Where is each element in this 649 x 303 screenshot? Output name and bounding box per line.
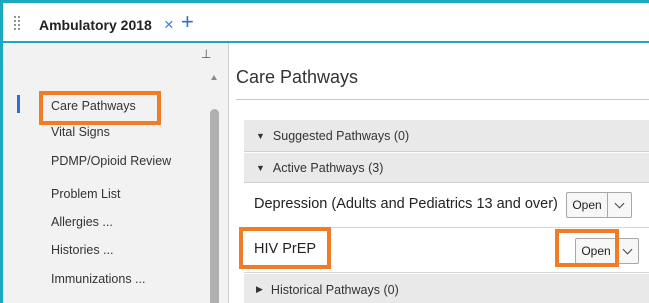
sidebar-scrollbar[interactable]: [208, 75, 220, 303]
tab-ambulatory-2018[interactable]: Ambulatory 2018 ×: [27, 8, 184, 41]
pathway-row-hiv-prep: HIV PrEP Open: [244, 229, 649, 273]
section-label: Historical Pathways (0): [270, 282, 399, 297]
caret-down-icon: ▼: [256, 162, 265, 173]
sidebar-item-care-pathways[interactable]: Care Pathways: [51, 99, 136, 113]
tab-label: Ambulatory 2018: [39, 16, 152, 33]
sidebar-item-histories[interactable]: Histories ...: [51, 243, 114, 257]
section-label: Active Pathways (3): [272, 160, 384, 175]
main-panel: Care Pathways ▼ Suggested Pathways (0) ▼…: [230, 43, 649, 303]
scroll-thumb[interactable]: [210, 109, 219, 303]
open-options-button[interactable]: [617, 238, 639, 264]
caret-right-icon: ▶: [256, 284, 263, 294]
caret-down-icon: ▼: [256, 130, 265, 141]
section-active-pathways[interactable]: ▼ Active Pathways (3): [244, 153, 649, 183]
drag-grip-icon[interactable]: [13, 15, 21, 31]
section-suggested-pathways[interactable]: ▼ Suggested Pathways (0): [244, 120, 649, 152]
app-window: Ambulatory 2018 × + ⊥ Care Pathways Vita…: [0, 0, 649, 303]
sidebar: ⊥ Care Pathways Vital Signs PDMP/Opioid …: [3, 43, 229, 303]
sidebar-item-immunizations[interactable]: Immunizations ...: [51, 272, 145, 286]
chevron-down-icon: [614, 198, 625, 208]
close-icon[interactable]: ×: [164, 15, 174, 35]
tab-bar: Ambulatory 2018 × +: [3, 3, 649, 43]
pin-icon[interactable]: ⊥: [201, 47, 211, 61]
section-historical-pathways[interactable]: ▶ Historical Pathways (0): [244, 274, 649, 303]
sidebar-item-problem-list[interactable]: Problem List: [51, 187, 120, 201]
open-button[interactable]: Open: [575, 238, 617, 264]
page-title: Care Pathways: [236, 67, 359, 87]
open-options-button[interactable]: [608, 192, 632, 218]
pathway-name: HIV PrEP: [254, 241, 317, 257]
sidebar-item-pdmp-opioid-review[interactable]: PDMP/Opioid Review: [51, 154, 171, 168]
pathway-row-depression: Depression (Adults and Pediatrics 13 and…: [244, 184, 649, 228]
open-button[interactable]: Open: [566, 192, 608, 218]
sidebar-item-vital-signs[interactable]: Vital Signs: [51, 125, 110, 139]
scroll-up-icon[interactable]: [211, 75, 217, 80]
active-indicator: [17, 95, 20, 113]
add-tab-button[interactable]: +: [181, 9, 194, 35]
section-label: Suggested Pathways (0): [272, 128, 410, 143]
sidebar-item-allergies[interactable]: Allergies ...: [51, 215, 113, 229]
title-divider: [236, 99, 649, 100]
chevron-down-icon: [622, 244, 633, 254]
pathway-name: Depression (Adults and Pediatrics 13 and…: [254, 196, 558, 212]
